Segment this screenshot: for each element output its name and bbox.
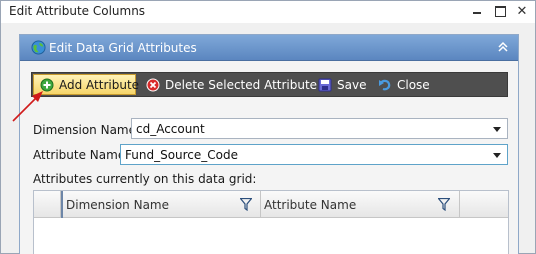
row-selector-header[interactable] (34, 191, 61, 218)
maximize-icon[interactable] (492, 3, 508, 19)
column-header-label: Dimension Name (66, 198, 170, 212)
toolbar: Add Attribute Delete Selected Attribute … (31, 72, 508, 97)
filter-icon[interactable] (240, 198, 252, 211)
delete-selected-attribute-button[interactable]: Delete Selected Attribute (146, 74, 317, 95)
edit-attribute-columns-window: Edit Attribute Columns ✕ Edit Data Grid … (0, 0, 536, 254)
grid-caption: Attributes currently on this data grid: (33, 172, 257, 186)
window-title: Edit Attribute Columns (9, 4, 146, 18)
delete-selected-attribute-label: Delete Selected Attribute (165, 77, 318, 92)
attribute-name-value: Fund_Source_Code (125, 148, 239, 162)
close-window-icon[interactable]: ✕ (514, 3, 530, 19)
save-label: Save (337, 77, 367, 92)
attribute-name-label: Attribute Name (33, 148, 126, 162)
chevron-down-icon[interactable] (493, 127, 501, 132)
column-header-label: Attribute Name (264, 198, 357, 212)
globe-icon (31, 40, 46, 55)
add-attribute-label: Add Attribute (59, 77, 140, 92)
red-pointer-arrow (12, 91, 43, 122)
attributes-data-grid: Dimension Name Attribute Name (33, 190, 509, 254)
dimension-name-dropdown[interactable]: cd_Account (131, 118, 508, 139)
chevron-down-icon[interactable] (493, 153, 501, 158)
edit-data-grid-attributes-panel: Edit Data Grid Attributes Add Attribute (19, 34, 519, 254)
minimize-icon[interactable] (469, 3, 485, 19)
close-undo-icon (379, 79, 391, 90)
column-header-attribute-name[interactable]: Attribute Name (261, 191, 460, 218)
close-button[interactable]: Close (378, 74, 430, 95)
window-titlebar[interactable]: Edit Attribute Columns ✕ (1, 1, 535, 23)
save-button[interactable]: Save (318, 74, 366, 95)
panel-title: Edit Data Grid Attributes (49, 41, 197, 55)
panel-header: Edit Data Grid Attributes (20, 35, 518, 61)
delete-icon (146, 78, 160, 91)
dimension-name-label: Dimension Name (33, 123, 137, 137)
attribute-name-dropdown[interactable]: Fund_Source_Code (120, 144, 508, 165)
dimension-name-value: cd_Account (136, 122, 205, 136)
save-icon (318, 78, 332, 91)
grid-header: Dimension Name Attribute Name (34, 191, 508, 218)
close-label: Close (397, 77, 430, 92)
filter-icon[interactable] (438, 198, 450, 211)
collapse-icon[interactable] (497, 41, 509, 53)
column-header-dimension-name[interactable]: Dimension Name (61, 191, 261, 218)
grid-body (34, 218, 508, 254)
